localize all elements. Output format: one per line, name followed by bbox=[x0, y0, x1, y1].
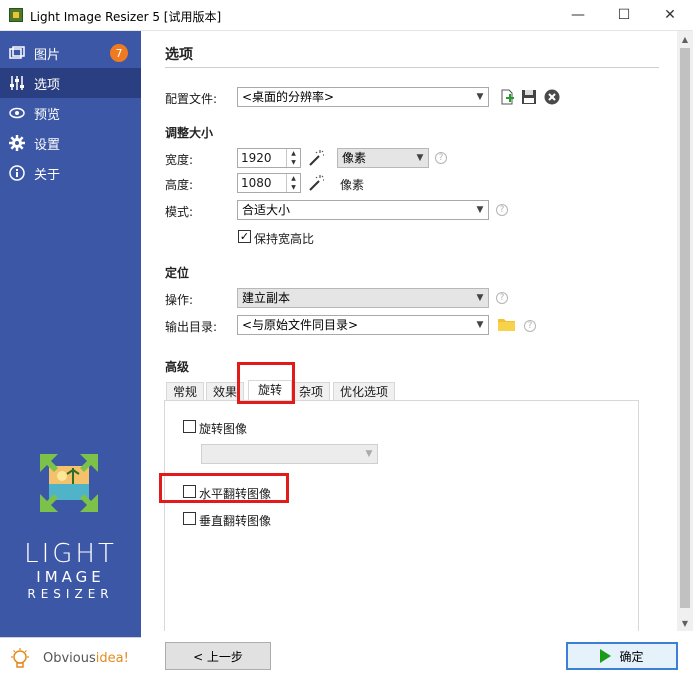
window-title: Light Image Resizer 5 [试用版本] bbox=[30, 10, 222, 24]
title-divider bbox=[165, 67, 659, 68]
action-label: 操作: bbox=[165, 293, 194, 307]
brand-bar[interactable]: Obviousidea! bbox=[0, 637, 141, 678]
logo-text-image: IMAGE bbox=[36, 568, 105, 586]
save-profile-icon[interactable] bbox=[521, 89, 537, 105]
title-bar: Light Image Resizer 5 [试用版本] — ☐ ✕ bbox=[0, 0, 693, 31]
advanced-heading: 高级 bbox=[165, 360, 190, 374]
width-label: 宽度: bbox=[165, 153, 194, 167]
width-stepper[interactable]: 1920 ▲ ▼ bbox=[237, 148, 301, 168]
profile-label: 配置文件: bbox=[165, 92, 218, 106]
magic-wand-icon[interactable] bbox=[307, 174, 325, 192]
rotate-image-checkbox[interactable] bbox=[183, 420, 196, 433]
page-title: 选项 bbox=[165, 47, 193, 63]
output-dir-select[interactable]: <与原始文件同目录> ▼ bbox=[237, 315, 489, 335]
scroll-up-icon[interactable]: ▲ bbox=[677, 31, 693, 47]
width-value: 1920 bbox=[241, 151, 272, 165]
output-dir-label: 输出目录: bbox=[165, 320, 218, 334]
action-value: 建立副本 bbox=[242, 291, 291, 305]
mode-select[interactable]: 合适大小 ▼ bbox=[237, 200, 489, 220]
play-icon bbox=[600, 649, 612, 663]
chevron-down-icon: ▼ bbox=[476, 92, 484, 102]
sidebar: 图片 7 选项 预览 设置 关于 LIGHT IMAGE RESIZER Obv… bbox=[0, 31, 141, 678]
brand-prefix: Obvious bbox=[43, 651, 96, 666]
target-heading: 定位 bbox=[165, 266, 190, 280]
image-count-badge: 7 bbox=[110, 44, 128, 62]
unit-value: 像素 bbox=[342, 151, 367, 165]
help-icon[interactable]: ? bbox=[524, 320, 536, 332]
scroll-down-icon[interactable]: ▼ bbox=[677, 615, 693, 631]
action-select[interactable]: 建立副本 ▼ bbox=[237, 288, 489, 308]
chevron-down-icon: ▼ bbox=[476, 205, 484, 215]
tab-optimize[interactable]: 优化选项 bbox=[333, 382, 396, 402]
folder-icon[interactable] bbox=[498, 317, 515, 333]
footer-bar: < 上一步 确定 bbox=[141, 631, 693, 678]
height-value: 1080 bbox=[241, 176, 272, 190]
sidebar-item-label: 图片 bbox=[34, 47, 61, 63]
sidebar-item-label: 设置 bbox=[34, 137, 61, 153]
sidebar-item-label: 关于 bbox=[34, 167, 61, 183]
output-dir-value: <与原始文件同目录> bbox=[242, 318, 359, 332]
lightbulb-icon bbox=[10, 648, 30, 670]
highlight-flip-horizontal bbox=[159, 473, 289, 503]
flip-vertical-checkbox[interactable] bbox=[183, 512, 196, 525]
eye-icon bbox=[8, 104, 26, 122]
chevron-down-icon: ▼ bbox=[476, 320, 484, 330]
help-icon[interactable]: ? bbox=[496, 292, 508, 304]
tab-general[interactable]: 常规 bbox=[166, 382, 205, 402]
brand-suffix: idea! bbox=[95, 651, 129, 666]
back-button[interactable]: < 上一步 bbox=[165, 642, 271, 670]
minimize-button[interactable]: — bbox=[555, 0, 601, 30]
highlight-rotate-tab bbox=[237, 362, 295, 404]
rotate-angle-select: ▼ bbox=[201, 444, 378, 464]
profile-value: <桌面的分辨率> bbox=[242, 90, 335, 104]
height-label: 高度: bbox=[165, 178, 194, 192]
images-icon bbox=[8, 44, 26, 62]
options-panel: 选项 配置文件: <桌面的分辨率> ▼ 调整大小 宽度: 1920 ▲ ▼ 像素 … bbox=[141, 31, 677, 635]
stepper-buttons[interactable]: ▲ ▼ bbox=[286, 174, 300, 192]
sidebar-item-settings[interactable]: 设置 bbox=[0, 128, 141, 158]
close-button[interactable]: ✕ bbox=[647, 0, 693, 30]
app-logo-icon bbox=[40, 454, 98, 512]
brand-name: Obviousidea! bbox=[43, 651, 129, 666]
tab-misc[interactable]: 杂项 bbox=[292, 382, 331, 402]
sidebar-item-label: 选项 bbox=[34, 77, 61, 93]
app-icon bbox=[9, 8, 23, 22]
rotate-image-label: 旋转图像 bbox=[199, 422, 248, 436]
ok-button[interactable]: 确定 bbox=[566, 642, 678, 670]
height-unit-label: 像素 bbox=[340, 178, 365, 192]
unit-select[interactable]: 像素 ▼ bbox=[337, 148, 429, 168]
mode-label: 模式: bbox=[165, 205, 194, 219]
logo-text-light: LIGHT bbox=[24, 539, 117, 569]
flip-vertical-label: 垂直翻转图像 bbox=[199, 514, 272, 528]
sidebar-item-images[interactable]: 图片 7 bbox=[0, 38, 141, 68]
profile-select[interactable]: <桌面的分辨率> ▼ bbox=[237, 87, 489, 107]
sidebar-item-label: 预览 bbox=[34, 107, 61, 123]
sidebar-item-about[interactable]: 关于 bbox=[0, 158, 141, 188]
chevron-down-icon: ▼ bbox=[476, 293, 484, 303]
mode-value: 合适大小 bbox=[242, 203, 291, 217]
rotate-tab-panel: 旋转图像 ▼ 水平翻转图像 垂直翻转图像 bbox=[164, 400, 639, 635]
magic-wand-icon[interactable] bbox=[307, 149, 325, 167]
chevron-down-icon: ▼ bbox=[365, 449, 373, 459]
info-icon bbox=[8, 164, 26, 182]
scroll-thumb[interactable] bbox=[680, 48, 690, 608]
resize-heading: 调整大小 bbox=[165, 126, 214, 140]
logo-text-resizer: RESIZER bbox=[27, 587, 114, 601]
add-profile-icon[interactable] bbox=[499, 89, 515, 105]
sidebar-item-preview[interactable]: 预览 bbox=[0, 98, 141, 128]
vertical-scrollbar[interactable]: ▲ ▼ bbox=[677, 31, 693, 631]
gear-icon bbox=[8, 134, 26, 152]
delete-profile-icon[interactable] bbox=[544, 89, 560, 105]
stepper-buttons[interactable]: ▲ ▼ bbox=[286, 149, 300, 167]
maximize-button[interactable]: ☐ bbox=[601, 0, 647, 30]
height-stepper[interactable]: 1080 ▲ ▼ bbox=[237, 173, 301, 193]
sidebar-item-options[interactable]: 选项 bbox=[0, 68, 141, 98]
help-icon[interactable]: ? bbox=[496, 204, 508, 216]
keep-ratio-checkbox[interactable]: ✓ bbox=[238, 230, 251, 243]
chevron-down-icon: ▼ bbox=[416, 153, 424, 163]
ok-label: 确定 bbox=[619, 649, 644, 664]
sliders-icon bbox=[8, 74, 26, 92]
help-icon[interactable]: ? bbox=[435, 152, 447, 164]
keep-ratio-label: 保持宽高比 bbox=[254, 232, 315, 246]
